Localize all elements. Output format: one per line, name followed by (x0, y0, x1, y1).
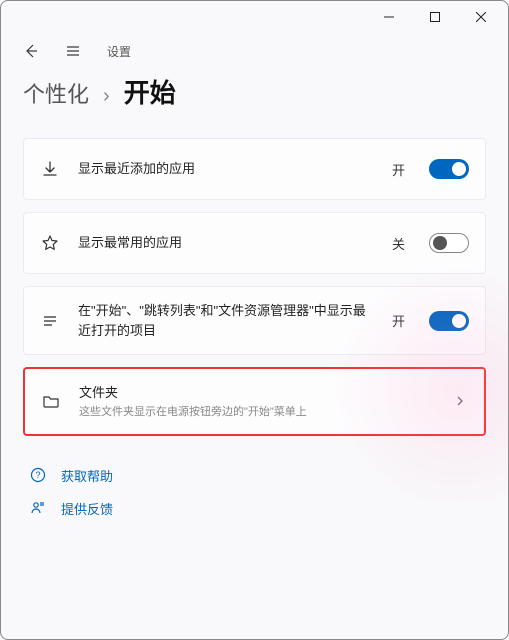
setting-row: 显示最近添加的应用开 (23, 138, 486, 200)
download-icon (40, 160, 60, 178)
settings-list: 显示最近添加的应用开显示最常用的应用关在"开始"、"跳转列表"和"文件资源管理器… (23, 138, 486, 436)
setting-title: 显示最近添加的应用 (78, 159, 374, 179)
toggle-switch[interactable] (429, 233, 469, 253)
setting-row: 在"开始"、"跳转列表"和"文件资源管理器"中显示最近打开的项目开 (23, 286, 486, 355)
top-toolbar: 设置 (1, 33, 508, 69)
menu-button[interactable] (55, 33, 91, 69)
get-help-link[interactable]: ? 获取帮助 (29, 466, 480, 485)
maximize-button[interactable] (412, 1, 458, 33)
svg-text:?: ? (35, 470, 40, 480)
setting-title: 显示最常用的应用 (78, 233, 374, 253)
give-feedback-link[interactable]: 提供反馈 (29, 499, 480, 518)
help-icon: ? (29, 467, 47, 483)
star-icon (40, 234, 60, 252)
give-feedback-label: 提供反馈 (61, 499, 113, 518)
setting-title: 文件夹 (79, 383, 434, 403)
setting-main: 文件夹这些文件夹显示在电源按钮旁边的"开始"菜单上 (79, 383, 434, 420)
toggle-switch[interactable] (429, 311, 469, 331)
page-title: 开始 (124, 73, 176, 110)
app-title: 设置 (107, 43, 131, 60)
setting-subtitle: 这些文件夹显示在电源按钮旁边的"开始"菜单上 (79, 405, 434, 420)
setting-main: 在"开始"、"跳转列表"和"文件资源管理器"中显示最近打开的项目 (78, 301, 374, 340)
feedback-icon (29, 500, 47, 516)
toggle-state-label: 开 (392, 311, 405, 330)
close-button[interactable] (458, 1, 504, 33)
get-help-label: 获取帮助 (61, 466, 113, 485)
setting-title: 在"开始"、"跳转列表"和"文件资源管理器"中显示最近打开的项目 (78, 301, 374, 340)
chevron-right-icon: › (103, 85, 110, 108)
minimize-button[interactable] (366, 1, 412, 33)
list-icon (40, 312, 60, 330)
footer-links: ? 获取帮助 提供反馈 (1, 448, 508, 550)
setting-row: 显示最常用的应用关 (23, 212, 486, 274)
toggle-state-label: 关 (392, 234, 405, 253)
toggle-state-label: 开 (392, 160, 405, 179)
window-titlebar (1, 1, 508, 33)
folder-icon (41, 392, 61, 410)
breadcrumb: 个性化 › 开始 (23, 73, 486, 110)
setting-row[interactable]: 文件夹这些文件夹显示在电源按钮旁边的"开始"菜单上 (23, 367, 486, 436)
breadcrumb-parent[interactable]: 个性化 (23, 77, 89, 109)
setting-main: 显示最近添加的应用 (78, 159, 374, 179)
setting-main: 显示最常用的应用 (78, 233, 374, 253)
back-button[interactable] (13, 33, 49, 69)
toggle-switch[interactable] (429, 159, 469, 179)
chevron-right-icon (452, 395, 468, 407)
